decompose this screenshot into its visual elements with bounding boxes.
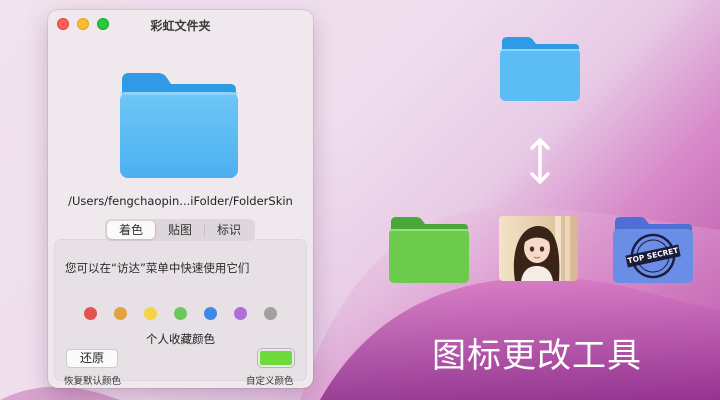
title-bar: 彩虹文件夹 bbox=[48, 10, 313, 38]
window-title: 彩虹文件夹 bbox=[150, 19, 211, 33]
tab-tint[interactable]: 着色 bbox=[107, 221, 155, 239]
restore-caption: 恢复默认颜色 bbox=[64, 376, 122, 387]
tab-badge[interactable]: 标识 bbox=[205, 221, 253, 239]
swatch-green[interactable] bbox=[174, 307, 187, 320]
promo-headline: 图标更改工具 bbox=[432, 336, 642, 376]
swatch-blue[interactable] bbox=[204, 307, 217, 320]
app-window: 彩虹文件夹 /Users/fengchaopin...iFolder/Folde… bbox=[48, 10, 313, 388]
swatch-orange[interactable] bbox=[114, 307, 127, 320]
green-folder-icon bbox=[388, 214, 470, 288]
swap-arrow-icon bbox=[529, 137, 551, 189]
custom-color-well[interactable] bbox=[258, 349, 294, 367]
swatch-red[interactable] bbox=[84, 307, 97, 320]
folder-preview-icon[interactable] bbox=[118, 70, 238, 184]
favorite-colors-label: 个人收藏颜色 bbox=[146, 332, 215, 346]
tab-sticker[interactable]: 贴图 bbox=[156, 221, 204, 239]
portrait-image-folder bbox=[499, 216, 578, 281]
finder-hint-text: 您可以在“访达”菜单中快速使用它们 bbox=[65, 261, 250, 275]
blue-folder-icon bbox=[499, 34, 581, 106]
favorite-color-swatches bbox=[84, 307, 284, 321]
swatch-yellow[interactable] bbox=[144, 307, 157, 320]
folder-path: /Users/fengchaopin...iFolder/FolderSkin bbox=[68, 194, 293, 208]
custom-color-caption: 自定义颜色 bbox=[246, 376, 294, 387]
swatch-purple[interactable] bbox=[234, 307, 247, 320]
mode-tabs: 着色 贴图 标识 bbox=[105, 219, 255, 241]
swatch-gray[interactable] bbox=[264, 307, 277, 320]
top-secret-folder-icon: TOP SECRET bbox=[612, 214, 694, 288]
restore-button[interactable]: 还原 bbox=[66, 349, 118, 368]
